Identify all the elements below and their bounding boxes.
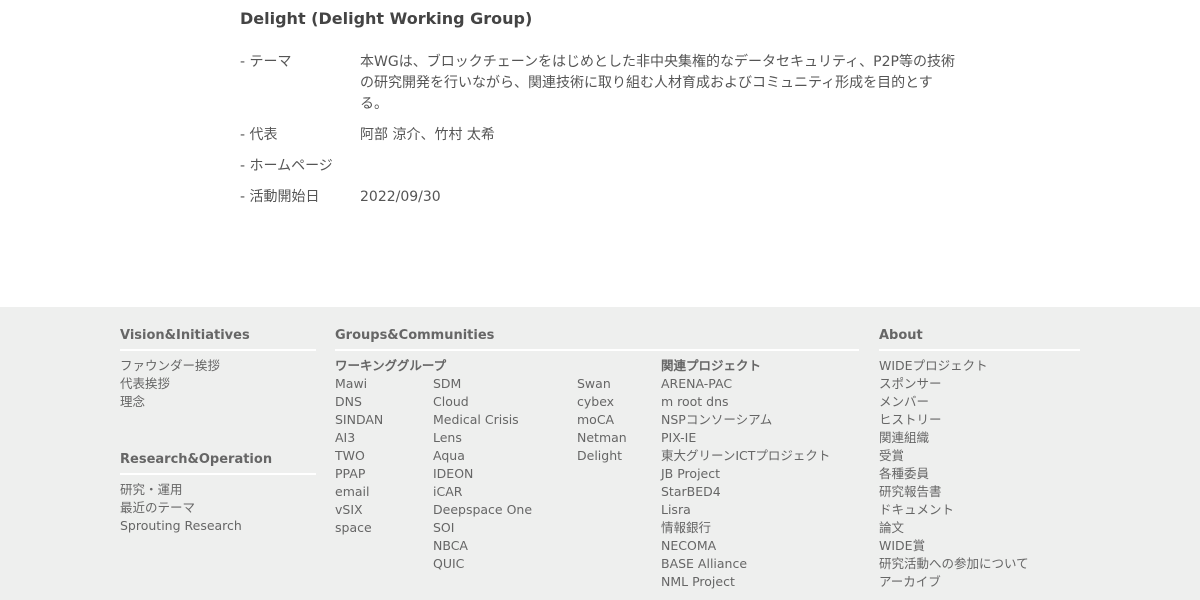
about-link[interactable]: 研究活動への参加について — [879, 555, 1029, 573]
theme-label: - テーマ — [240, 54, 292, 70]
wg-link[interactable]: Lens — [433, 429, 532, 447]
wg-list-col2: SDM Cloud Medical Crisis Lens Aqua IDEON iCAR D… — [433, 375, 532, 573]
wg-link[interactable]: vSIX — [335, 501, 383, 519]
wg-list-col1: Mawi DNS SINDAN AI3 TWO PPAP email vSIX space — [335, 375, 383, 537]
wg-link[interactable]: SINDAN — [335, 411, 383, 429]
wg-link[interactable]: space — [335, 519, 383, 537]
research-link[interactable]: 研究・運用 — [120, 481, 242, 499]
research-link[interactable]: Sprouting Research — [120, 517, 242, 535]
about-link[interactable]: ヒストリー — [879, 411, 1029, 429]
wg-link[interactable]: cybex — [577, 393, 627, 411]
about-link[interactable]: 関連組織 — [879, 429, 1029, 447]
wg-link[interactable]: Cloud — [433, 393, 532, 411]
about-list: WIDEプロジェクト スポンサー メンバー ヒストリー 関連組織 受賞 各種委員 研究報告書ド… — [879, 357, 1029, 591]
wg-link[interactable]: NBCA — [433, 537, 532, 555]
vision-link[interactable]: 代表挨拶 — [120, 375, 220, 393]
representative-value: 阿部 涼介、竹村 太希 — [360, 127, 495, 143]
research-list: 研究・運用 最近のテーマ Sprouting Research — [120, 481, 242, 535]
vision-list: ファウンダー挨拶 代表挨拶 理念 — [120, 357, 220, 411]
related-projects-list: ARENA-PAC m root dns NSPコンソーシアム PIX-IE 東大グリー… — [661, 375, 830, 591]
groups-heading: Groups&Communities — [335, 327, 859, 351]
wg-link[interactable]: email — [335, 483, 383, 501]
homepage-label: - ホームページ — [240, 158, 333, 174]
related-project-link[interactable]: NECOMA — [661, 537, 830, 555]
site-footer: Vision&Initiatives ファウンダー挨拶 代表挨拶 理念 Resear… — [0, 307, 1200, 600]
related-project-link[interactable]: NML Project — [661, 573, 830, 591]
wg-link[interactable]: DNS — [335, 393, 383, 411]
related-project-link[interactable]: BASE Alliance — [661, 555, 830, 573]
related-project-link[interactable]: JB Project — [661, 465, 830, 483]
related-project-link[interactable]: 情報銀行 — [661, 519, 830, 537]
related-project-link[interactable]: 東大グリーンICTプロジェクト — [661, 447, 830, 465]
theme-value: 本WGは、ブロックチェーンをはじめとした非中央集権的なデータセキュリティ、P2P… — [360, 54, 955, 112]
about-link[interactable]: アーカイブ — [879, 573, 1029, 591]
related-projects-heading: 関連プロジェクト — [661, 358, 762, 373]
wg-link[interactable]: QUIC — [433, 555, 532, 573]
wg-link[interactable]: Mawi — [335, 375, 383, 393]
wg-link[interactable]: SDM — [433, 375, 532, 393]
start-date-value: 2022/09/30 — [360, 189, 441, 205]
about-link[interactable]: 各種委員 — [879, 465, 1029, 483]
page-title: Delight (Delight Working Group) — [240, 9, 533, 28]
research-link[interactable]: 最近のテーマ — [120, 499, 242, 517]
about-link[interactable]: メンバー — [879, 393, 1029, 411]
about-link[interactable]: 論文 — [879, 519, 1029, 537]
related-project-link[interactable]: NSPコンソーシアム — [661, 411, 830, 429]
about-link[interactable]: 研究報告書 — [879, 483, 1029, 501]
related-project-link[interactable]: ARENA-PAC — [661, 375, 830, 393]
about-link[interactable]: 受賞 — [879, 447, 1029, 465]
wg-link[interactable]: IDEON — [433, 465, 532, 483]
start-date-label: - 活動開始日 — [240, 189, 320, 205]
wg-link[interactable]: SOI — [433, 519, 532, 537]
wg-link[interactable]: AI3 — [335, 429, 383, 447]
wg-link[interactable]: Medical Crisis — [433, 411, 532, 429]
related-project-link[interactable]: m root dns — [661, 393, 830, 411]
wg-link[interactable]: Swan — [577, 375, 627, 393]
about-link[interactable]: WIDE賞 — [879, 537, 1029, 555]
vision-link[interactable]: ファウンダー挨拶 — [120, 357, 220, 375]
wg-link[interactable]: moCA — [577, 411, 627, 429]
wg-list-col3: Swan cybex moCA Netman Delight — [577, 375, 627, 465]
related-project-link[interactable]: Lisra — [661, 501, 830, 519]
about-link[interactable]: スポンサー — [879, 375, 1029, 393]
wg-link[interactable]: Netman — [577, 429, 627, 447]
vision-link[interactable]: 理念 — [120, 393, 220, 411]
working-groups-heading: ワーキンググループ — [335, 358, 447, 373]
wg-link[interactable]: iCAR — [433, 483, 532, 501]
wg-link[interactable]: Deepspace One — [433, 501, 532, 519]
vision-heading: Vision&Initiatives — [120, 327, 316, 351]
related-project-link[interactable]: PIX-IE — [661, 429, 830, 447]
wg-link[interactable]: TWO — [335, 447, 383, 465]
about-heading: About — [879, 327, 1080, 351]
wg-link[interactable]: Delight — [577, 447, 627, 465]
representative-label: - 代表 — [240, 127, 278, 143]
about-link[interactable]: WIDEプロジェクト — [879, 357, 1029, 375]
about-link[interactable]: ドキュメント — [879, 501, 1029, 519]
research-heading: Research&Operation — [120, 451, 316, 475]
wg-link[interactable]: PPAP — [335, 465, 383, 483]
related-project-link[interactable]: StarBED4 — [661, 483, 830, 501]
wg-link[interactable]: Aqua — [433, 447, 532, 465]
